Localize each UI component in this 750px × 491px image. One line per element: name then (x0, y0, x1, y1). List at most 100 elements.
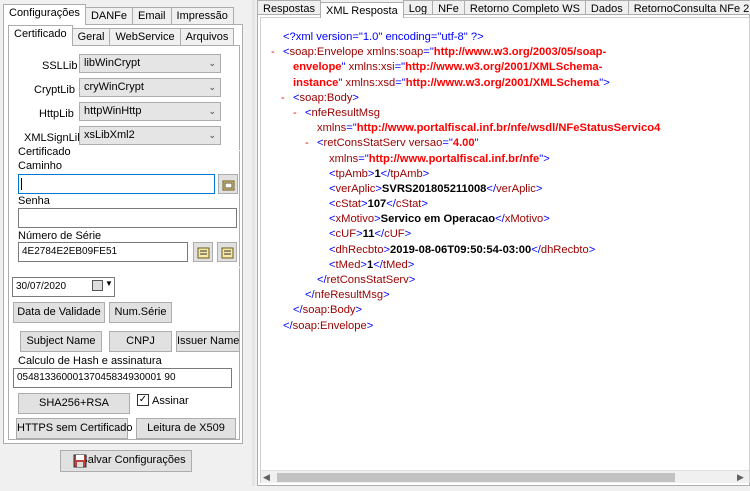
num-serie-button[interactable]: Num.Série (109, 302, 172, 323)
cnpj-button[interactable]: CNPJ (109, 331, 172, 352)
xml-attr: versao (408, 137, 443, 150)
view-cert-button[interactable] (217, 242, 237, 262)
certificate-icon (197, 247, 210, 259)
xml-tag: cStat (335, 198, 362, 211)
xml-attr-value: http://www.w3.org/2003/05/soap- (433, 46, 607, 59)
tab-email[interactable]: Email (132, 7, 172, 25)
xml-tag-close: soap:Body (302, 304, 356, 317)
xml-value: SVRS201805211008 (381, 182, 487, 195)
xml-tag-close: soap:Envelope (292, 319, 367, 332)
chevron-down-icon[interactable]: ▼ (105, 279, 113, 288)
sha256-button[interactable]: SHA256+RSA (18, 393, 130, 414)
chevron-down-icon: ⌄ (208, 106, 216, 116)
cryptlib-select[interactable]: cryWinCrypt ⌄ (79, 78, 221, 97)
salvar-button[interactable]: Salvar Configurações (60, 450, 192, 472)
xml-tag: verAplic (335, 182, 376, 195)
subject-name-button[interactable]: Subject Name (20, 331, 102, 352)
xml-attr: xmlns:xsi (348, 61, 395, 74)
collapse-icon[interactable]: - (305, 136, 309, 151)
xml-value: 2019-08-06T09:50:54-03:00 (390, 243, 532, 256)
chevron-down-icon: ⌄ (208, 58, 216, 68)
xmlsignlib-label: XMLSignLib (24, 132, 84, 144)
xml-declaration: <?xml version="1.0" encoding="utf-8" ?> (283, 31, 484, 43)
browse-file-button[interactable] (218, 174, 238, 194)
chevron-down-icon: ⌄ (208, 130, 216, 140)
cryptlib-label: CryptLib (34, 84, 75, 96)
xml-tag: tMed (382, 258, 408, 271)
certificate-icon (221, 247, 234, 259)
collapse-icon[interactable]: - (293, 106, 297, 121)
sub-tabstrip: Certificado Geral WebService Arquivos (8, 25, 235, 46)
ssllib-value: libWinCrypt (84, 57, 141, 69)
xml-tag: dhRecbto (335, 243, 384, 256)
scroll-left-icon[interactable]: ◀ (263, 472, 270, 483)
xml-attr-value: http://www.w3.org/2001/XMLSchema (405, 76, 600, 89)
https-sem-cert-button[interactable]: HTTPS sem Certificado (16, 418, 133, 439)
xml-attr: xmlns:soap (366, 46, 424, 59)
caminho-input[interactable] (18, 174, 215, 194)
hash-input[interactable]: 05481336000137045834930001 90 (13, 368, 232, 388)
tab-certificado[interactable]: Certificado (8, 25, 73, 46)
tab-geral[interactable]: Geral (71, 28, 111, 46)
issuer-name-button[interactable]: Issuer Name (176, 331, 240, 352)
httplib-select[interactable]: httpWinHttp ⌄ (79, 102, 221, 121)
xml-tag-body: soap:Body (299, 91, 353, 104)
salvar-label: Salvar Configurações (80, 454, 186, 466)
tab-xml-resposta[interactable]: XML Resposta (319, 2, 404, 18)
xml-tag-close: retConsStatServ (326, 274, 409, 286)
xmlsignlib-select[interactable]: xsLibXml2 ⌄ (79, 126, 221, 145)
status-strip (0, 486, 750, 491)
collapse-icon[interactable]: - (271, 45, 275, 60)
save-icon (73, 454, 87, 468)
xml-attr: xmlns (329, 152, 359, 165)
xmlsignlib-value: xsLibXml2 (84, 129, 135, 141)
caminho-label: Caminho (18, 160, 63, 172)
xml-tag: verAplic (496, 182, 536, 195)
scroll-right-icon[interactable]: ▶ (737, 472, 744, 483)
assinar-label: Assinar (152, 395, 189, 407)
xml-tree: <?xml version="1.0" encoding="utf-8" ?> … (271, 31, 661, 332)
xml-attr-value: http://www.portalfiscal.inf.br/nfe/wsdl/… (356, 122, 661, 135)
serie-input[interactable]: 4E2784E2EB09FE51 (18, 242, 188, 262)
xml-attr-value: http://www.w3.org/2001/XMLSchema- (405, 61, 603, 74)
tab-arquivos[interactable]: Arquivos (179, 28, 235, 46)
tab-impressao[interactable]: Impressão (170, 7, 234, 25)
xml-tag-nferesultmsg: nfeResultMsg (311, 106, 380, 119)
xml-tag: xMotivo (335, 213, 375, 226)
xml-value: 11 (362, 228, 375, 241)
assinar-checkbox[interactable]: ✓ (137, 394, 149, 406)
collapse-icon[interactable]: - (281, 91, 285, 106)
xml-attr: xmlns (317, 122, 347, 135)
serie-label: Número de Série (18, 230, 102, 242)
tab-configuracoes[interactable]: Configurações (3, 4, 86, 25)
xml-tag: cUF (335, 228, 357, 241)
xml-tag: tpAmb (335, 167, 368, 180)
xml-attr-value: instance (293, 76, 339, 89)
folder-icon (222, 180, 235, 191)
xml-tag: cUF (384, 228, 405, 241)
ssllib-select[interactable]: libWinCrypt ⌄ (79, 54, 221, 73)
splitter[interactable] (252, 0, 255, 491)
xml-tag: xMotivo (504, 213, 544, 226)
certificado-group-label: Certificado (18, 146, 71, 158)
date-value: 30/07/2020 (16, 281, 67, 292)
httplib-value: httpWinHttp (84, 105, 142, 117)
chevron-down-icon: ⌄ (208, 82, 216, 92)
horizontal-scrollbar[interactable]: ◀ ▶ (261, 470, 749, 483)
xml-attr-value: http://www.portalfiscal.inf.br/nfe (368, 152, 540, 165)
data-validade-button[interactable]: Data de Validade (13, 302, 105, 323)
leitura-x509-button[interactable]: Leitura de X509 (136, 418, 236, 439)
senha-label: Senha (18, 195, 50, 207)
tab-webservice[interactable]: WebService (109, 28, 181, 46)
tab-danfe[interactable]: DANFe (84, 7, 133, 25)
calendar-icon[interactable] (92, 280, 103, 291)
scrollbar-thumb[interactable] (277, 473, 675, 482)
ssllib-label: SSLLib (42, 60, 78, 72)
xml-value: Servico em Operacao (380, 213, 496, 226)
cryptlib-value: cryWinCrypt (84, 81, 144, 93)
senha-input[interactable] (18, 208, 237, 228)
select-cert-button[interactable] (193, 242, 213, 262)
xml-value: 107 (367, 198, 387, 211)
xml-tag-close: nfeResultMsg (314, 289, 384, 302)
text-caret (21, 178, 22, 190)
